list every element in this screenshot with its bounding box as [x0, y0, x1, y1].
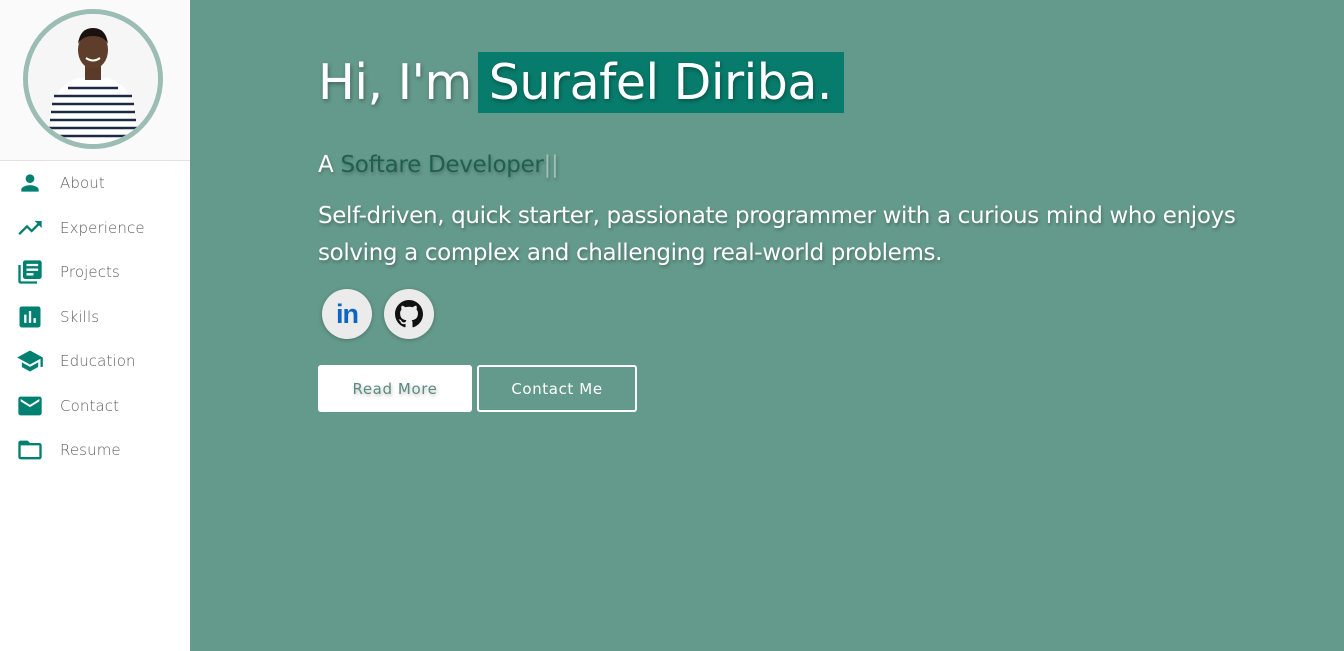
bar-chart-icon: [16, 303, 44, 331]
library-books-icon: [16, 258, 44, 286]
hero-title: Hi, I'm Surafel Diriba.: [318, 52, 844, 113]
role-line: A Softare Developer||: [318, 152, 559, 178]
sidebar-item-experience[interactable]: Experience: [0, 208, 190, 248]
hero-section: Hi, I'm Surafel Diriba. A Softare Develop…: [190, 0, 1344, 651]
sidebar-item-label: Contact: [60, 397, 120, 415]
linkedin-link[interactable]: in: [322, 289, 372, 339]
github-icon: [395, 300, 423, 328]
hero-greeting: Hi, I'm: [318, 54, 472, 111]
read-more-button[interactable]: Read More: [318, 365, 472, 412]
mail-icon: [16, 392, 44, 420]
linkedin-icon: in: [336, 298, 359, 329]
trending-up-icon: [16, 214, 44, 242]
sidebar-item-contact[interactable]: Contact: [0, 386, 190, 426]
role-prefix: A: [318, 152, 334, 178]
sidebar-item-resume[interactable]: Resume: [0, 430, 190, 470]
sidebar-item-label: Experience: [60, 219, 145, 237]
github-link[interactable]: [384, 289, 434, 339]
person-icon: [16, 169, 44, 197]
sidebar-item-skills[interactable]: Skills: [0, 297, 190, 337]
avatar: [23, 9, 163, 149]
typing-cursor: ||: [543, 152, 559, 178]
sidebar-item-about[interactable]: About: [0, 163, 190, 203]
profile-header: [0, 0, 190, 161]
sidebar-item-label: About: [60, 174, 105, 192]
sidebar-item-label: Projects: [60, 263, 120, 281]
folder-icon: [16, 436, 44, 464]
sidebar: About Experience Projects Skills Educati…: [0, 0, 190, 651]
hero-description: Self-driven, quick starter, passionate p…: [318, 203, 1236, 266]
sidebar-item-education[interactable]: Education: [0, 341, 190, 381]
contact-me-button[interactable]: Contact Me: [477, 365, 637, 412]
sidebar-item-label: Education: [60, 352, 136, 370]
role-typed-text: Softare Developer: [340, 152, 544, 178]
graduation-cap-icon: [16, 347, 44, 375]
sidebar-item-label: Skills: [60, 308, 100, 326]
sidebar-item-label: Resume: [60, 441, 121, 459]
sidebar-item-projects[interactable]: Projects: [0, 252, 190, 292]
hero-name: Surafel Diriba.: [477, 52, 844, 113]
